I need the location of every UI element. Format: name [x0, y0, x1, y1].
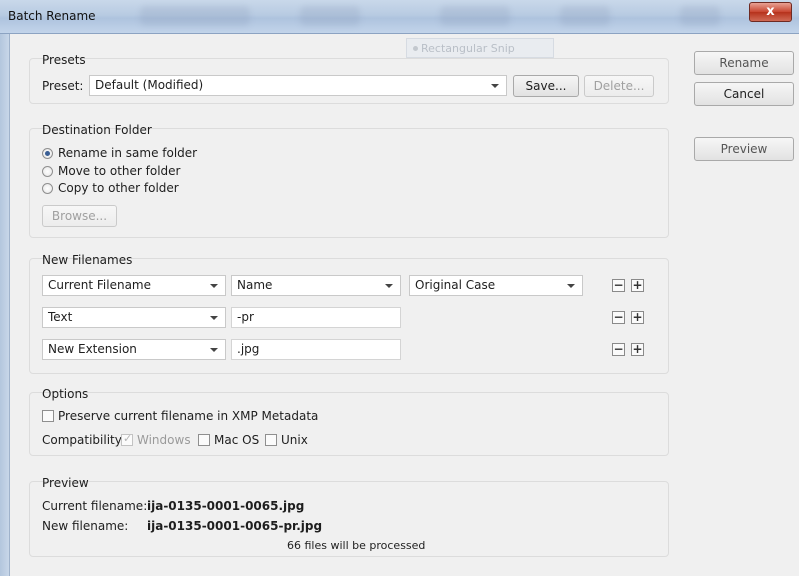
windows-checkbox[interactable] [121, 432, 133, 446]
row2-type-value: Text [48, 310, 73, 324]
cancel-label: Cancel [723, 87, 765, 101]
rename-button[interactable]: Rename [694, 51, 794, 75]
preset-select[interactable]: Default (Modified) [89, 75, 507, 96]
unix-label[interactable]: Unix [281, 433, 308, 447]
new-filenames-group-title: New Filenames [42, 253, 133, 267]
preview-button[interactable]: Preview [694, 137, 794, 161]
current-filename-value: ija-0135-0001-0065.jpg [147, 499, 305, 513]
preview-group-title: Preview [42, 476, 89, 490]
cancel-button[interactable]: Cancel [694, 82, 794, 106]
snip-ghost-text: Rectangular Snip [421, 42, 515, 55]
window-title: Batch Rename [8, 9, 96, 23]
chevron-down-icon [210, 284, 218, 288]
browse-button[interactable]: Browse... [42, 205, 117, 227]
row2-remove-button[interactable]: − [612, 311, 625, 324]
row1-field-value: Name [237, 278, 273, 292]
close-icon[interactable]: x [766, 4, 774, 19]
preserve-xmp-label[interactable]: Preserve current filename in XMP Metadat… [58, 409, 318, 423]
preview-label: Preview [720, 142, 768, 156]
save-preset-button[interactable]: Save... [513, 75, 579, 97]
browse-label: Browse... [51, 209, 108, 223]
minus-icon[interactable]: − [613, 278, 623, 292]
files-processed-text: 66 files will be processed [287, 539, 426, 552]
unix-checkbox[interactable] [265, 434, 277, 446]
row1-case-select[interactable]: Original Case [409, 275, 583, 296]
preserve-xmp-checkbox[interactable] [42, 410, 54, 422]
row1-type-value: Current Filename [48, 278, 151, 292]
rectangular-snip-ghost: Rectangular Snip [406, 38, 554, 58]
presets-group-title: Presets [42, 53, 86, 67]
row3-type-value: New Extension [48, 342, 137, 356]
plus-icon[interactable]: + [632, 342, 642, 356]
radio-move-other-folder[interactable] [42, 166, 53, 177]
row3-remove-button[interactable]: − [612, 343, 625, 356]
destination-group-title: Destination Folder [42, 123, 152, 137]
row1-add-button[interactable]: + [631, 279, 644, 292]
row3-type-select[interactable]: New Extension [42, 339, 226, 360]
compatibility-label: Compatibility: [42, 433, 126, 447]
windows-label[interactable]: Windows [137, 433, 191, 447]
radio-copy-other-folder[interactable] [42, 183, 53, 194]
radio-rename-same-folder[interactable] [42, 148, 53, 159]
chevron-down-icon [385, 284, 393, 288]
row2-add-button[interactable]: + [631, 311, 644, 324]
row3-add-button[interactable]: + [631, 343, 644, 356]
current-filename-label: Current filename: [42, 499, 148, 513]
mac-os-checkbox[interactable] [198, 434, 210, 446]
snip-dot-icon [413, 46, 418, 51]
radio-rename-same-folder-label[interactable]: Rename in same folder [58, 146, 197, 160]
delete-preset-label: Delete... [593, 79, 645, 93]
radio-move-other-folder-label[interactable]: Move to other folder [58, 164, 180, 178]
title-bar: Batch Rename x [0, 0, 799, 34]
radio-copy-other-folder-label[interactable]: Copy to other folder [58, 181, 179, 195]
delete-preset-button[interactable]: Delete... [584, 75, 654, 97]
window-frame-left [0, 34, 10, 576]
options-group-title: Options [42, 387, 89, 401]
close-button[interactable]: x [749, 2, 792, 22]
row3-text-input[interactable]: .jpg [231, 339, 401, 360]
row2-type-select[interactable]: Text [42, 307, 226, 328]
new-filename-value: ija-0135-0001-0065-pr.jpg [147, 519, 323, 533]
chevron-down-icon [567, 284, 575, 288]
row1-remove-button[interactable]: − [612, 279, 625, 292]
mac-os-label[interactable]: Mac OS [214, 433, 259, 447]
row1-case-value: Original Case [415, 278, 496, 292]
preset-select-value: Default (Modified) [95, 78, 204, 92]
minus-icon[interactable]: − [613, 342, 623, 356]
chevron-down-icon [210, 316, 218, 320]
row1-field-select[interactable]: Name [231, 275, 401, 296]
preset-label: Preset: [42, 79, 84, 93]
chevron-down-icon [210, 348, 218, 352]
save-preset-label: Save... [525, 79, 567, 93]
plus-icon[interactable]: + [632, 310, 642, 324]
minus-icon[interactable]: − [613, 310, 623, 324]
plus-icon[interactable]: + [632, 278, 642, 292]
row2-text-input[interactable]: -pr [231, 307, 401, 328]
rename-label: Rename [719, 56, 769, 70]
chevron-down-icon [491, 84, 499, 88]
new-filename-label: New filename: [42, 519, 129, 533]
row1-type-select[interactable]: Current Filename [42, 275, 226, 296]
